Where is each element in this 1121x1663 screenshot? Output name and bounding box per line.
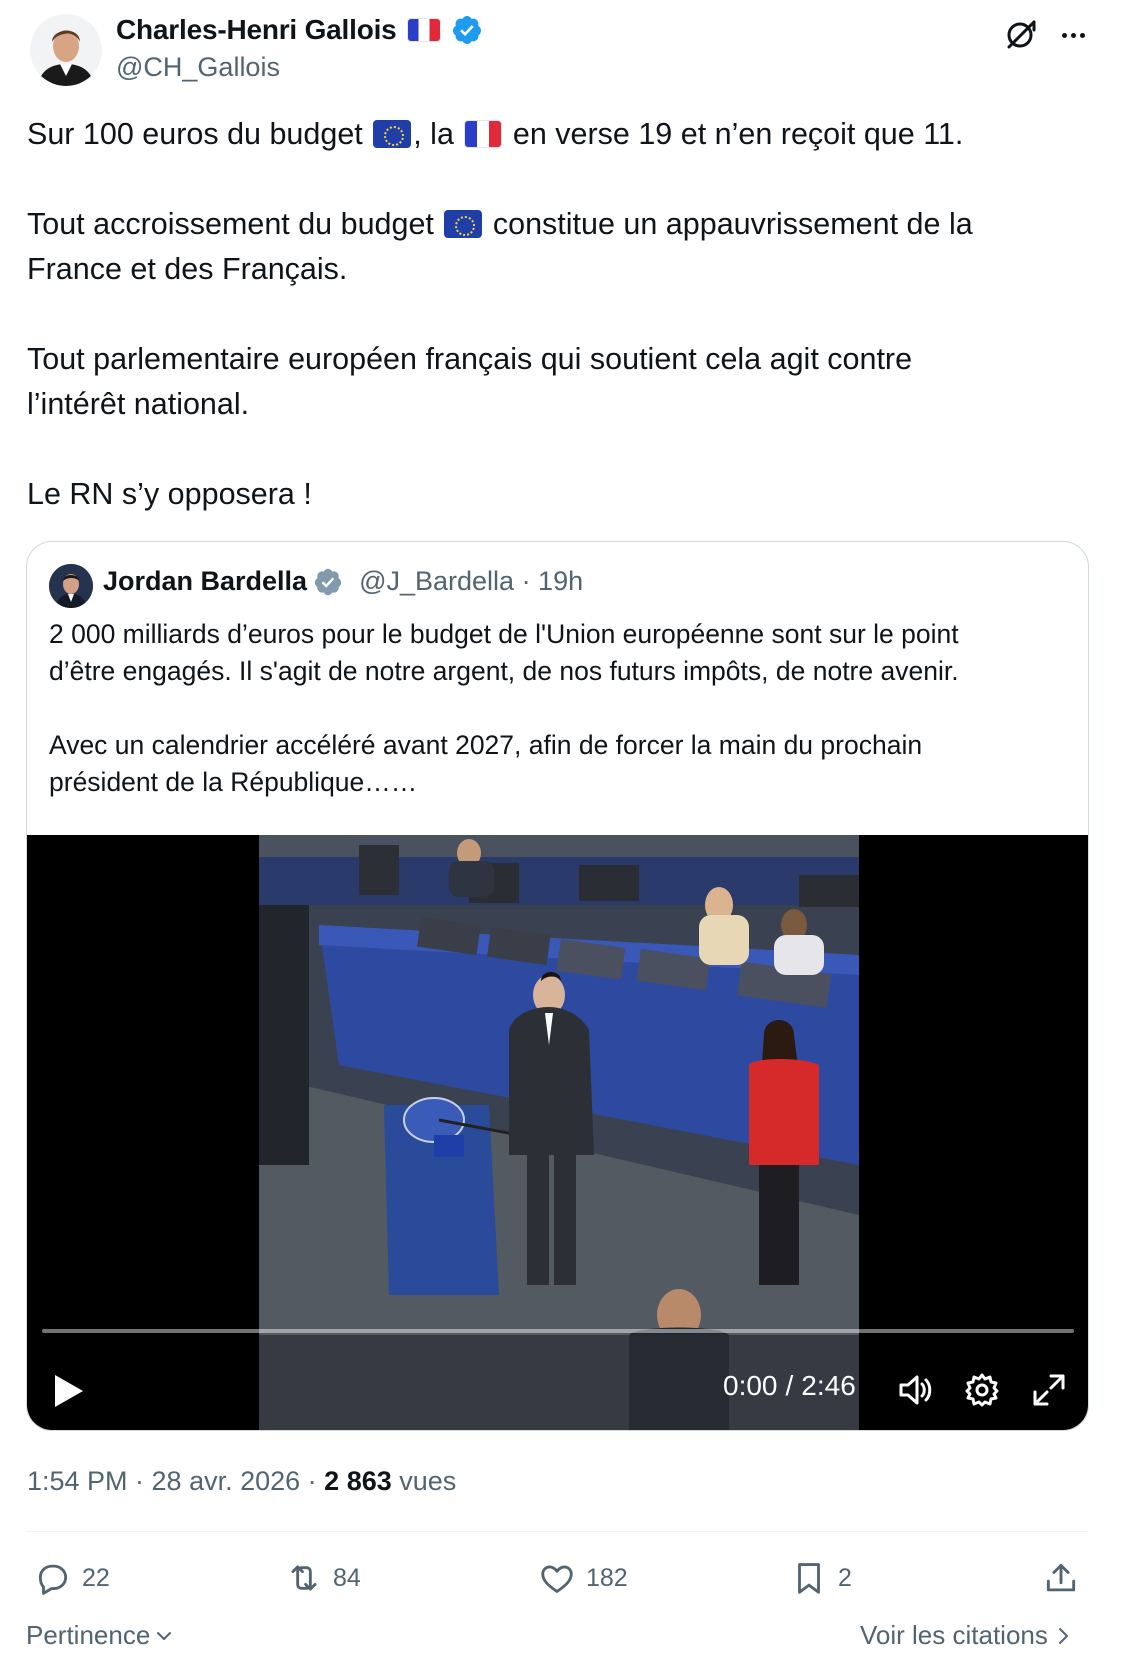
author-name[interactable]: Charles-Henri Gallois: [116, 14, 483, 46]
quoted-line: Avec un calendrier accéléré avant 2027, …: [49, 730, 923, 760]
tweet-line: France et des Français.: [27, 252, 348, 286]
quoted-author-name: Jordan Bardella: [103, 566, 308, 596]
repost-button[interactable]: 84: [285, 1556, 361, 1600]
fullscreen-icon[interactable]: [1029, 1370, 1069, 1410]
video-frame[interactable]: [259, 835, 859, 1430]
views-label: vues: [391, 1466, 457, 1496]
share-button[interactable]: [1042, 1556, 1080, 1600]
settings-gear-icon[interactable]: [962, 1370, 1002, 1410]
repost-icon: [291, 1565, 317, 1591]
tweet-line: l’intérêt national.: [27, 387, 250, 421]
video-duration: 2:46: [801, 1370, 856, 1401]
france-flag-icon: [464, 120, 503, 148]
chevron-down-icon: [157, 1631, 172, 1640]
eu-flag-icon: [444, 210, 483, 238]
volume-muted-icon[interactable]: [895, 1370, 935, 1410]
reply-count: 22: [82, 1563, 110, 1592]
tweet-detail: Charles-Henri Gallois @CH_Gallois Sur 10…: [0, 0, 1121, 1663]
view-quotes-link[interactable]: Voir les citations: [860, 1620, 1072, 1651]
replies-sort-dropdown[interactable]: Pertinence: [26, 1620, 174, 1651]
verified-badge-icon[interactable]: [451, 14, 483, 46]
bookmark-button[interactable]: 2: [790, 1556, 852, 1600]
bookmark-count: 2: [838, 1563, 852, 1592]
author-handle[interactable]: @CH_Gallois: [116, 52, 280, 83]
tweet-text: Sur 100 euros du budget , la en verse 19…: [27, 112, 1087, 517]
chevron-right-icon: [1058, 1627, 1068, 1644]
like-count: 182: [586, 1563, 628, 1592]
video-thumbnail: [259, 835, 859, 1430]
tweet-line: Le RN s’y opposera !: [27, 477, 312, 511]
author-name-text: Charles-Henri Gallois: [116, 14, 397, 45]
more-icon[interactable]: [1056, 20, 1090, 50]
video-player[interactable]: 0:00 / 2:46: [27, 835, 1088, 1430]
reply-button[interactable]: 22: [34, 1556, 110, 1600]
video-time-separator: /: [785, 1370, 794, 1401]
video-time-readout: 0:00 / 2:46: [723, 1370, 856, 1402]
video-progress-bar[interactable]: [42, 1329, 1074, 1333]
quoted-tweet-text: 2 000 milliards d’euros pour le budget d…: [49, 616, 1069, 801]
play-icon[interactable]: [51, 1371, 87, 1411]
eu-flag-icon: [373, 120, 412, 148]
heart-icon: [541, 1565, 573, 1593]
verified-badge-icon[interactable]: [313, 567, 343, 597]
repost-count: 84: [333, 1563, 361, 1592]
quoted-line: d’être engagés. Il s'agit de notre argen…: [49, 656, 959, 686]
author-avatar[interactable]: [30, 14, 102, 86]
like-button[interactable]: 182: [538, 1556, 628, 1600]
tweet-line: Tout parlementaire européen français qui…: [27, 342, 913, 376]
video-current-time: 0:00: [723, 1370, 778, 1401]
quoted-author-avatar[interactable]: [49, 564, 93, 608]
tweet-line: Tout accroissement du budget constitue u…: [27, 207, 973, 241]
grok-icon[interactable]: [1003, 16, 1039, 52]
sort-label: Pertinence: [26, 1620, 151, 1650]
france-flag-icon: [406, 18, 441, 42]
quoted-tweet-card[interactable]: Jordan Bardella @J_Bardella · 19h 2 000 …: [26, 541, 1089, 1431]
bookmark-icon: [798, 1563, 820, 1594]
quoted-author-handle: @J_Bardella · 19h: [359, 566, 584, 596]
quoted-line: 2 000 milliards d’euros pour le budget d…: [49, 619, 959, 649]
tweet-timestamp[interactable]: 1:54 PM · 28 avr. 2026 ·: [27, 1466, 324, 1496]
quoted-line: président de la République……: [49, 767, 418, 797]
quoted-author[interactable]: Jordan Bardella @J_Bardella · 19h: [103, 566, 583, 597]
view-quotes-label: Voir les citations: [860, 1620, 1048, 1650]
reply-icon: [38, 1564, 68, 1595]
views-count: 2 863: [324, 1466, 392, 1496]
tweet-line: Sur 100 euros du budget , la en verse 19…: [27, 117, 964, 151]
tweet-meta: 1:54 PM · 28 avr. 2026 · 2 863 vues: [27, 1466, 456, 1497]
divider: [26, 1531, 1089, 1532]
share-icon: [1046, 1563, 1076, 1592]
